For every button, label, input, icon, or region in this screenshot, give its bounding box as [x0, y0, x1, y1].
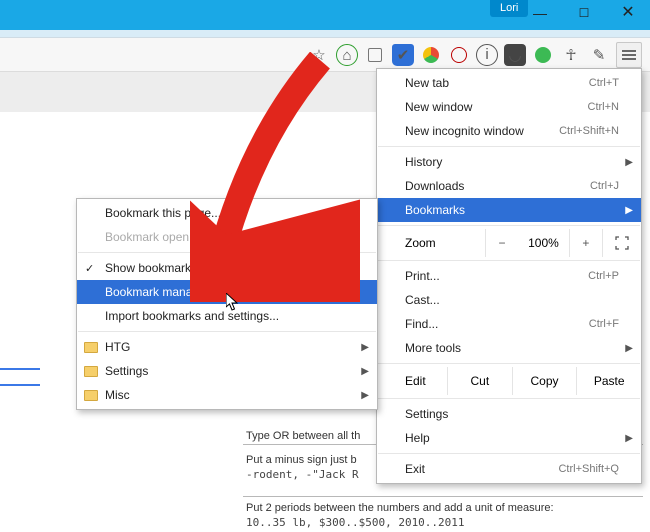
folder-icon — [84, 366, 98, 377]
submenu-folder[interactable]: HTG▶ — [77, 335, 377, 359]
menu-item-history[interactable]: History▶ — [377, 150, 641, 174]
menu-separator — [78, 331, 376, 332]
menu-item-edit: Edit Cut Copy Paste — [377, 367, 641, 395]
menu-item-new-tab[interactable]: New tabCtrl+T — [377, 71, 641, 95]
ankh-icon[interactable]: ☥ — [560, 44, 582, 66]
submenu-item-show-bookmarks-bar[interactable]: ✓ Show bookmarks barCtrl+Shift+B — [77, 256, 377, 280]
chrome-icon[interactable] — [420, 44, 442, 66]
submenu-item-bookmark-manager[interactable]: Bookmark managerCtrl+Shift+O — [77, 280, 377, 304]
extension-icon-row: ☆ ⌂ ✔ i ◡ ☥ ✎ — [308, 42, 642, 68]
chevron-right-icon: ▶ — [361, 366, 369, 377]
menu-item-more-tools[interactable]: More tools▶ — [377, 336, 641, 360]
table-row-accent — [0, 368, 40, 370]
table-row-accent — [0, 384, 40, 386]
zoom-value: 100% — [518, 236, 569, 250]
menu-separator — [378, 453, 640, 454]
main-menu: New tabCtrl+T New windowCtrl+N New incog… — [376, 68, 642, 484]
window-close-button[interactable]: ✕ — [606, 0, 650, 28]
browser-toolbar: ☆ ⌂ ✔ i ◡ ☥ ✎ — [0, 38, 650, 72]
menu-item-bookmarks[interactable]: Bookmarks▶ — [377, 198, 641, 222]
chevron-right-icon: ▶ — [625, 343, 633, 354]
paste-button[interactable]: Paste — [576, 367, 641, 395]
submenu-item-bookmark-page[interactable]: Bookmark this page...Ctrl+D — [77, 201, 377, 225]
submenu-folder[interactable]: Settings▶ — [77, 359, 377, 383]
zoom-label: Zoom — [377, 236, 485, 250]
check-icon: ✓ — [85, 262, 94, 275]
box-icon[interactable] — [364, 44, 386, 66]
tab-strip — [0, 30, 650, 38]
copy-button[interactable]: Copy — [512, 367, 577, 395]
folder-icon — [84, 390, 98, 401]
menu-item-help[interactable]: Help▶ — [377, 426, 641, 450]
star-icon[interactable]: ☆ — [308, 44, 330, 66]
menu-item-settings[interactable]: Settings — [377, 402, 641, 426]
folder-icon — [84, 342, 98, 353]
divider — [243, 496, 643, 497]
green-dot-icon[interactable] — [532, 44, 554, 66]
chevron-right-icon: ▶ — [625, 205, 633, 216]
menu-item-cast[interactable]: Cast... — [377, 288, 641, 312]
page-text: Put 2 periods between the numbers and ad… — [246, 502, 554, 529]
menu-item-find[interactable]: Find...Ctrl+F — [377, 312, 641, 336]
zoom-out-button[interactable]: − — [485, 229, 518, 257]
menu-separator — [378, 225, 640, 226]
shield-icon[interactable]: ✔ — [392, 44, 414, 66]
window-minimize-button[interactable]: — — [518, 0, 562, 28]
eye-icon[interactable] — [448, 44, 470, 66]
menu-separator — [378, 146, 640, 147]
submenu-item-bookmark-open-pages: Bookmark open pages...Ctrl+Shift+D — [77, 225, 377, 249]
menu-item-exit[interactable]: ExitCtrl+Shift+Q — [377, 457, 641, 481]
fullscreen-button[interactable] — [602, 229, 641, 257]
submenu-folder[interactable]: Misc▶ — [77, 383, 377, 407]
page-text: Type OR between all th — [246, 430, 360, 442]
pocket-icon[interactable]: ◡ — [504, 44, 526, 66]
info-icon[interactable]: i — [476, 44, 498, 66]
chevron-right-icon: ▶ — [361, 390, 369, 401]
menu-item-zoom: Zoom − 100% + — [377, 229, 641, 257]
window-maximize-button[interactable]: ☐ — [562, 0, 606, 28]
chevron-right-icon: ▶ — [361, 342, 369, 353]
menu-separator — [378, 260, 640, 261]
menu-separator — [78, 252, 376, 253]
menu-item-print[interactable]: Print...Ctrl+P — [377, 264, 641, 288]
submenu-item-import-bookmarks[interactable]: Import bookmarks and settings... — [77, 304, 377, 328]
fullscreen-icon — [615, 236, 629, 250]
menu-item-new-window[interactable]: New windowCtrl+N — [377, 95, 641, 119]
pencil-icon[interactable]: ✎ — [588, 44, 610, 66]
chevron-right-icon: ▶ — [625, 433, 633, 444]
chevron-right-icon: ▶ — [625, 157, 633, 168]
hamburger-menu-button[interactable] — [616, 42, 642, 68]
edit-label: Edit — [377, 367, 447, 395]
page-text: Put a minus sign just b -rodent, -"Jack … — [246, 454, 359, 481]
menu-item-new-incognito[interactable]: New incognito windowCtrl+Shift+N — [377, 119, 641, 143]
menu-item-downloads[interactable]: DownloadsCtrl+J — [377, 174, 641, 198]
bookmarks-submenu: Bookmark this page...Ctrl+D Bookmark ope… — [76, 198, 378, 410]
window-titlebar: Lori — ☐ ✕ — [0, 0, 650, 30]
zoom-in-button[interactable]: + — [569, 229, 602, 257]
cut-button[interactable]: Cut — [447, 367, 512, 395]
menu-separator — [378, 398, 640, 399]
home-icon[interactable]: ⌂ — [336, 44, 358, 66]
menu-separator — [378, 363, 640, 364]
